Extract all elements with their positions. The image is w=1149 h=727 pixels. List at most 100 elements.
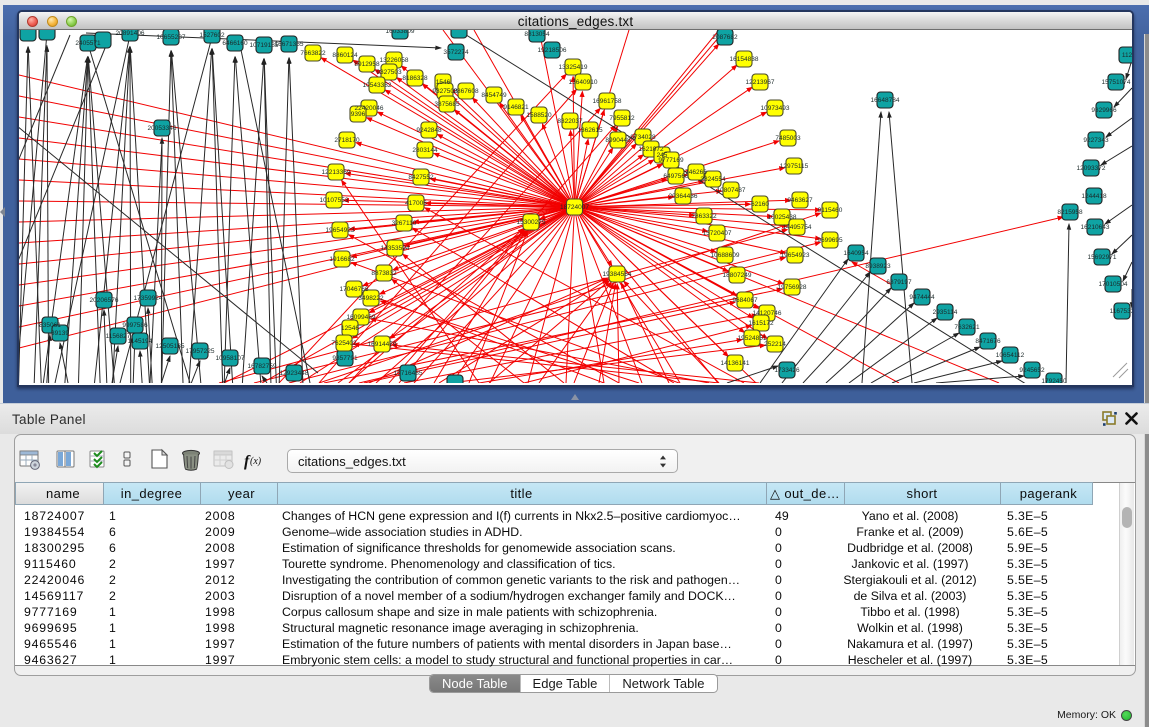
svg-text:20206576: 20206576 <box>90 297 119 304</box>
svg-text:8813054: 8813054 <box>524 31 550 38</box>
svg-text:10688609: 10688609 <box>711 252 740 259</box>
svg-text:9777169: 9777169 <box>658 157 684 164</box>
svg-text:1362615: 1362615 <box>577 127 603 134</box>
svg-text:835061: 835061 <box>39 322 61 329</box>
svg-text:15716485: 15716485 <box>394 370 423 377</box>
svg-text:12923448: 12923448 <box>280 370 309 377</box>
svg-text:8471676: 8471676 <box>975 338 1001 345</box>
svg-text:16099469: 16099469 <box>347 314 376 321</box>
svg-text:2087682: 2087682 <box>712 34 738 41</box>
svg-text:8860124: 8860124 <box>332 52 358 59</box>
svg-text:9463627: 9463627 <box>787 197 813 204</box>
svg-text:8322037: 8322037 <box>557 118 583 125</box>
svg-text:12546: 12546 <box>341 325 359 332</box>
svg-text:7485003: 7485003 <box>775 135 801 142</box>
svg-text:1244418: 1244418 <box>1081 193 1107 200</box>
svg-text:17046766: 17046766 <box>340 286 369 293</box>
svg-text:18724007: 18724007 <box>560 204 589 211</box>
svg-text:8186328: 8186328 <box>402 75 428 82</box>
svg-text:16033809: 16033809 <box>386 30 415 35</box>
svg-text:12505135: 12505135 <box>156 343 185 350</box>
svg-text:62160: 62160 <box>751 201 769 208</box>
svg-text:112: 112 <box>1122 52 1132 59</box>
svg-text:1145194: 1145194 <box>128 338 153 345</box>
svg-text:417006: 417006 <box>405 200 427 207</box>
svg-text:1792450: 1792450 <box>1041 378 1067 383</box>
svg-text:13226058: 13226058 <box>380 57 409 64</box>
svg-text:9857791: 9857791 <box>332 355 358 362</box>
svg-text:7632621: 7632621 <box>954 324 980 331</box>
svg-text:12093372: 12093372 <box>1077 165 1106 172</box>
svg-text:9242848: 9242848 <box>416 127 442 134</box>
svg-text:14495754: 14495754 <box>783 224 812 231</box>
svg-text:19218506: 19218506 <box>538 47 567 54</box>
svg-text:19756928: 19756928 <box>778 284 807 291</box>
svg-text:1733426: 1733426 <box>774 367 800 374</box>
svg-text:1615172: 1615172 <box>748 320 774 327</box>
svg-text:8454749: 8454749 <box>481 92 507 99</box>
svg-text:15720407: 15720407 <box>703 230 732 237</box>
svg-text:12213967: 12213967 <box>746 79 775 86</box>
svg-text:2718170: 2718170 <box>334 137 360 144</box>
svg-text:14353594: 14353594 <box>381 245 410 252</box>
svg-text:8215958: 8215958 <box>1057 209 1083 216</box>
svg-text:20891406: 20891406 <box>116 30 145 37</box>
svg-text:12975115: 12975115 <box>780 163 809 170</box>
svg-text:19654923: 19654923 <box>326 227 355 234</box>
svg-text:19654923: 19654923 <box>781 252 810 259</box>
svg-text:10807487: 10807487 <box>717 187 746 194</box>
svg-text:17010504: 17010504 <box>1099 281 1128 288</box>
svg-text:13640910: 13640910 <box>569 79 598 86</box>
svg-text:3875685: 3875685 <box>434 101 460 108</box>
svg-text:3498222: 3498222 <box>358 295 384 302</box>
svg-text:17359924: 17359924 <box>134 295 163 302</box>
svg-text:10654112: 10654112 <box>996 352 1025 359</box>
svg-text:9997586: 9997586 <box>122 322 148 329</box>
svg-text:3267110: 3267110 <box>392 220 417 227</box>
svg-text:1167533: 1167533 <box>1110 308 1132 315</box>
svg-text:20053346: 20053346 <box>148 125 177 132</box>
svg-text:1916682: 1916682 <box>329 256 355 263</box>
svg-text:3572274: 3572274 <box>443 49 469 56</box>
svg-text:13325419: 13325419 <box>559 64 588 71</box>
svg-text:6879197: 6879197 <box>886 279 912 286</box>
svg-text:16961758: 16961758 <box>593 98 622 105</box>
svg-text:8990448: 8990448 <box>605 137 631 144</box>
svg-text:3824554: 3824554 <box>700 176 726 183</box>
svg-text:10655287: 10655287 <box>157 34 186 41</box>
svg-text:17957225: 17957225 <box>186 348 215 355</box>
svg-text:9245652: 9245652 <box>1019 367 1045 374</box>
svg-text:9699695: 9699695 <box>817 237 843 244</box>
svg-text:7863322: 7863322 <box>691 213 717 220</box>
svg-text:7663822: 7663822 <box>300 50 326 57</box>
svg-text:19524851: 19524851 <box>738 335 767 342</box>
svg-text:10107553: 10107553 <box>320 197 349 204</box>
svg-text:8912958: 8912958 <box>354 61 380 68</box>
svg-text:9734028: 9734028 <box>630 134 656 141</box>
svg-text:10025438: 10025438 <box>768 214 797 221</box>
svg-text:1588520: 1588520 <box>526 112 552 119</box>
svg-text:16914479: 16914479 <box>368 341 397 348</box>
svg-text:14120746: 14120746 <box>753 310 782 317</box>
svg-text:6497568: 6497568 <box>663 173 689 180</box>
svg-text:9396: 9396 <box>351 111 366 118</box>
svg-text:16154838: 16154838 <box>730 56 759 63</box>
svg-text:(x): (x) <box>250 456 262 467</box>
svg-text:2803144: 2803144 <box>412 147 438 154</box>
svg-text:7625402: 7625402 <box>331 340 357 347</box>
svg-text:9329966: 9329966 <box>1091 107 1117 114</box>
svg-text:15300275: 15300275 <box>517 219 546 226</box>
svg-text:16648784: 16648784 <box>871 97 900 104</box>
svg-text:252214: 252214 <box>764 341 786 348</box>
svg-text:10543382: 10543382 <box>363 82 392 89</box>
svg-text:14136141: 14136141 <box>721 360 750 367</box>
svg-text:16210643: 16210643 <box>1081 224 1110 231</box>
svg-text:9474444: 9474444 <box>909 294 935 301</box>
svg-text:1640954: 1640954 <box>843 250 869 257</box>
svg-text:10973493: 10973493 <box>761 105 790 112</box>
svg-text:9227343: 9227343 <box>1083 137 1109 144</box>
svg-text:2867608: 2867608 <box>453 88 479 95</box>
svg-text:12213369: 12213369 <box>322 169 351 176</box>
svg-text:9146821: 9146821 <box>503 104 529 111</box>
svg-text:15692971: 15692971 <box>1088 254 1117 261</box>
